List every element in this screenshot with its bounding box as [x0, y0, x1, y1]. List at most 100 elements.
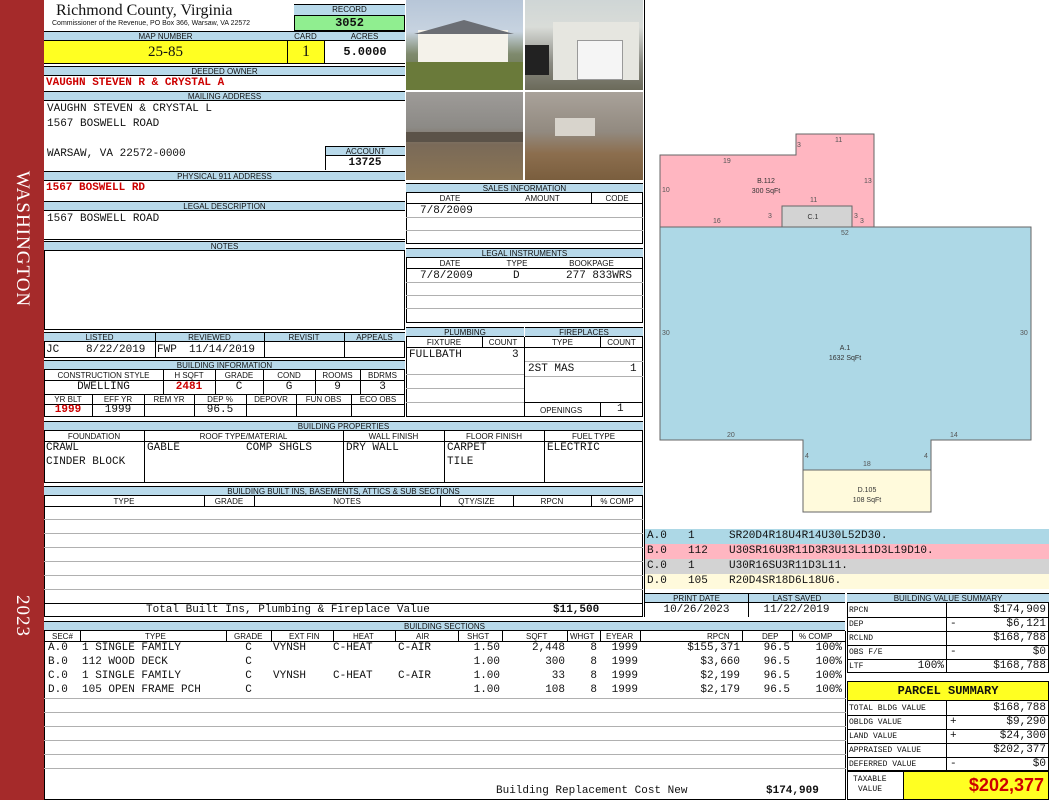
sec-col: SEC#	[52, 632, 73, 641]
bi-hsqft: 2481	[175, 381, 203, 393]
card-label: CARD	[287, 31, 324, 41]
fire-col-type: TYPE	[552, 338, 573, 347]
section-cell: 112 WOOD DECK	[82, 656, 168, 668]
legal-instruments-label: LEGAL INSTRUMENTS	[406, 248, 643, 258]
bi-col-hsqft: H SQFT	[174, 371, 204, 380]
section-cell: $2,179	[700, 684, 740, 696]
reviewed-label: REVIEWED	[188, 333, 231, 342]
bi-effyr: 1999	[104, 404, 132, 416]
bi-dep: 96.5	[206, 404, 234, 416]
sketch-dim: 52	[841, 230, 849, 237]
built-ins-total-label: Total Built Ins, Plumbing & Fireplace Va…	[146, 604, 430, 616]
sketch-label-a: A.1	[840, 345, 851, 352]
ps-value: $24,300	[999, 730, 1046, 742]
prop-foundation-2: CINDER BLOCK	[46, 456, 126, 468]
sales-col-date: DATE	[439, 194, 461, 203]
vs-value: $0	[1032, 646, 1046, 658]
sketch-label-d: D.105	[858, 487, 877, 494]
plumb-col-count: COUNT	[488, 338, 518, 347]
bi2-col-rpcn: RPCN	[540, 497, 564, 506]
sketch-dim: 3	[860, 218, 864, 225]
built-ins-label: BUILDING BUILT INS, BASEMENTS, ATTICS & …	[44, 486, 643, 496]
bi-grade: C	[235, 381, 243, 393]
legal-description-label: LEGAL DESCRIPTION	[44, 201, 405, 211]
section-cell: 100%	[815, 670, 842, 682]
property-photo-house	[525, 92, 643, 180]
section-id: C.0	[48, 670, 68, 682]
prop-roof-2: COMP SHGLS	[246, 442, 313, 454]
built-ins-total-value: $11,500	[553, 604, 600, 616]
sidebar-year-label: 2023	[12, 595, 33, 637]
map-number-label: MAP NUMBER	[44, 31, 287, 41]
section-cell: $2,199	[700, 670, 740, 682]
ps-label: APPRAISED VALUE	[849, 746, 922, 755]
section-cell: 8	[590, 670, 597, 682]
bi-style: DWELLING	[77, 381, 130, 393]
traverse-path: U30SR16U3R11D3R3U13L11D3L19D10.	[729, 545, 934, 557]
section-cell: C-AIR	[398, 642, 432, 654]
bi-col-ecoobs: ECO OBS	[359, 395, 397, 404]
last-saved: 11/22/2019	[763, 604, 830, 616]
sketch-area-b: 300 SqFt	[752, 188, 780, 195]
traverse-code: 105	[688, 575, 708, 587]
property-photo-front	[406, 0, 523, 90]
ps-label: TOTAL BLDG VALUE	[849, 704, 926, 713]
reviewed-date: 11/14/2019	[189, 344, 256, 356]
sketch-area-d: 108 SqFt	[853, 497, 881, 504]
section-cell: $3,660	[700, 656, 740, 668]
plumb-fixture: FULLBATH	[409, 349, 462, 361]
physical-address-label: PHYSICAL 911 ADDRESS	[44, 171, 405, 181]
building-sketch: A.1 1632 SqFt B.112 300 SqFt C.1 D.105 1…	[659, 133, 1032, 513]
sec-col: AIR	[416, 632, 430, 641]
ps-label: LAND VALUE	[849, 732, 898, 741]
prop-col-fuel: FUEL TYPE	[571, 432, 616, 441]
record-label: RECORD	[294, 5, 405, 16]
sketch-area-a: 1632 SqFt	[829, 355, 861, 362]
account-label: ACCOUNT	[325, 146, 405, 156]
fireplace-table	[524, 337, 643, 417]
section-cell: 1 SINGLE FAMILY	[82, 670, 182, 682]
ps-label: DEFERRED VALUE	[849, 760, 917, 769]
revisit-label: REVISIT	[288, 333, 320, 342]
bi-col-cond: COND	[277, 371, 301, 380]
map-number-value: 25-85	[44, 41, 287, 63]
section-cell: 1.50	[473, 642, 500, 654]
county-title: Richmond County, Virginia	[56, 2, 233, 19]
taxable-label-2: VALUE	[858, 785, 883, 794]
section-cell: 8	[590, 684, 597, 696]
sketch-dim: 11	[835, 137, 842, 144]
section-cell: 108	[545, 684, 565, 696]
traverse-code: 112	[688, 545, 708, 557]
record-value: 3052	[295, 16, 404, 30]
vs-label: LTF	[849, 662, 864, 671]
mailing-address-label: MAILING ADDRESS	[44, 91, 405, 101]
sketch-dim: 20	[727, 432, 735, 439]
notes-area[interactable]	[44, 251, 405, 330]
vs-value: $174,909	[993, 604, 1046, 616]
fire-type: 2ST MAS	[528, 363, 575, 375]
bi2-col-grade: GRADE	[214, 497, 244, 506]
vs-label: OBS F/E	[849, 648, 883, 657]
sales-col-code: CODE	[605, 194, 629, 203]
account-value: 13725	[348, 157, 382, 169]
sales-info-label: SALES INFORMATION	[406, 183, 643, 193]
legal-description-value: 1567 BOSWELL ROAD	[47, 213, 160, 225]
sec-col: SHGT	[467, 632, 490, 641]
bi2-col-notes: NOTES	[333, 497, 361, 506]
prop-col-foundation: FOUNDATION	[67, 432, 121, 441]
vs-label: RPCN	[849, 606, 869, 615]
traverse-path: U30R16SU3R11D3L11.	[729, 560, 848, 572]
prop-roof-1: GABLE	[147, 442, 181, 454]
deeded-owner-value: VAUGHN STEVEN R & CRYSTAL A	[46, 77, 225, 89]
sidebar-band	[0, 0, 44, 800]
ps-value: $9,290	[1006, 716, 1046, 728]
section-cell: C-AIR	[398, 670, 432, 682]
building-properties-label: BUILDING PROPERTIES	[44, 421, 643, 431]
commissioner-address: Commissioner of the Revenue, PO Box 366,…	[52, 20, 251, 27]
mailing-line-3: WARSAW, VA 22572-0000	[47, 148, 186, 160]
plumbing-label: PLUMBING	[406, 327, 524, 337]
sketch-dim: 18	[863, 461, 871, 468]
prop-col-wall: WALL FINISH	[368, 432, 419, 441]
acres-label: ACRES	[324, 31, 405, 41]
section-cell: C	[245, 656, 252, 668]
